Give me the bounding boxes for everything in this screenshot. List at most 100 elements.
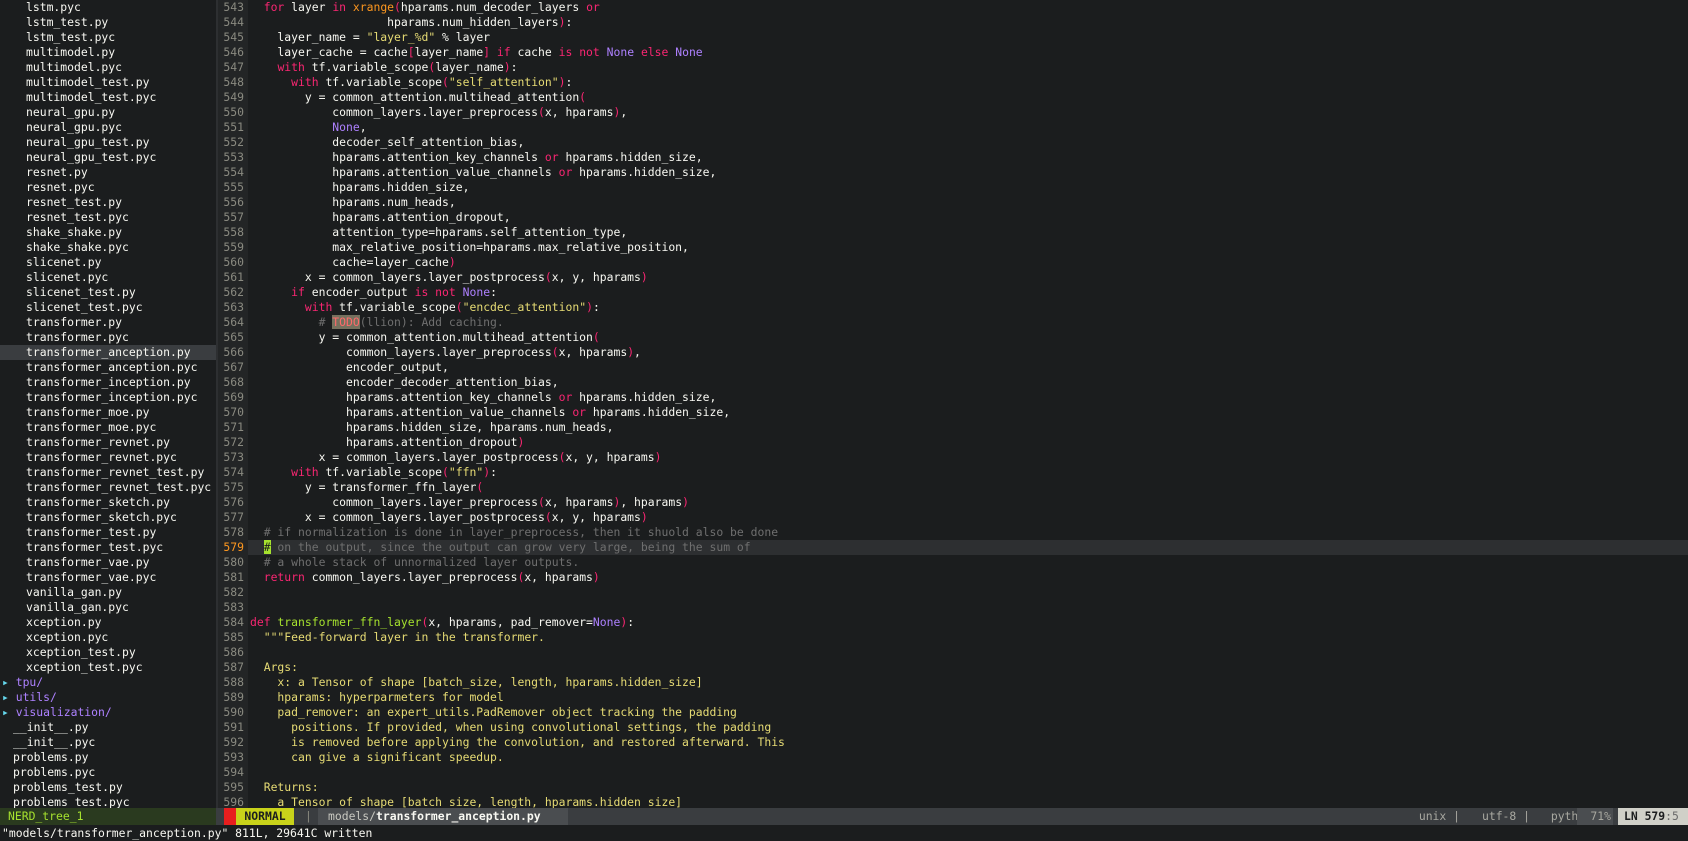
code-line: None,: [332, 120, 367, 134]
tree-file[interactable]: neural_gpu.py: [0, 105, 216, 120]
tree-file[interactable]: transformer_test.pyc: [0, 540, 216, 555]
line-number: 560: [223, 255, 244, 269]
tree-file[interactable]: shake_shake.pyc: [0, 240, 216, 255]
tree-file[interactable]: slicenet.pyc: [0, 270, 216, 285]
tree-file[interactable]: multimodel_test.py: [0, 75, 216, 90]
tree-file[interactable]: transformer_anception.pyc: [0, 360, 216, 375]
tree-file[interactable]: xception.pyc: [0, 630, 216, 645]
line-number: 544: [223, 15, 244, 29]
tree-file[interactable]: transformer_inception.pyc: [0, 390, 216, 405]
line-number: 562: [223, 285, 244, 299]
line-number: 593: [223, 750, 244, 764]
tree-file[interactable]: problems_test.py: [0, 780, 216, 795]
mode-indicator: NORMAL: [236, 808, 294, 825]
tree-file[interactable]: xception_test.py: [0, 645, 216, 660]
tree-file[interactable]: slicenet.py: [0, 255, 216, 270]
line-number: 576: [223, 495, 244, 509]
tree-file[interactable]: lstm.pyc: [0, 0, 216, 15]
line-number: 559: [223, 240, 244, 254]
tree-file[interactable]: transformer_vae.pyc: [0, 570, 216, 585]
tree-file[interactable]: vanilla_gan.pyc: [0, 600, 216, 615]
tree-dir[interactable]: ▸ utils/: [0, 690, 216, 705]
line-number: 570: [223, 405, 244, 419]
line-number: 545: [223, 30, 244, 44]
tree-file[interactable]: multimodel_test.pyc: [0, 90, 216, 105]
line-number: 595: [223, 780, 244, 794]
line-number: 550: [223, 105, 244, 119]
tree-file[interactable]: resnet_test.pyc: [0, 210, 216, 225]
command-line[interactable]: "models/transformer_anception.py" 811L, …: [0, 825, 1688, 841]
code-line: return common_layers.layer_preprocess(x,…: [263, 570, 600, 584]
tree-file[interactable]: multimodel.pyc: [0, 60, 216, 75]
line-number: 573: [223, 450, 244, 464]
tree-file[interactable]: transformer_revnet_test.pyc: [0, 480, 216, 495]
line-number: 572: [223, 435, 244, 449]
tree-file[interactable]: shake_shake.py: [0, 225, 216, 240]
tree-file[interactable]: transformer_inception.py: [0, 375, 216, 390]
tree-file[interactable]: transformer_test.py: [0, 525, 216, 540]
tree-file[interactable]: slicenet_test.pyc: [0, 300, 216, 315]
tree-file[interactable]: transformer_moe.py: [0, 405, 216, 420]
tree-file[interactable]: transformer_sketch.pyc: [0, 510, 216, 525]
tree-file[interactable]: xception_test.pyc: [0, 660, 216, 675]
code-line: decoder_self_attention_bias,: [250, 135, 525, 149]
tree-file[interactable]: slicenet_test.py: [0, 285, 216, 300]
line-number: 561: [223, 270, 244, 284]
line-number: 592: [223, 735, 244, 749]
code-line: can give a significant speedup.: [250, 750, 504, 764]
tree-file[interactable]: lstm_test.py: [0, 15, 216, 30]
line-number: 556: [223, 195, 244, 209]
tree-file[interactable]: resnet.pyc: [0, 180, 216, 195]
file-path-dir: models/: [328, 809, 377, 823]
tree-file[interactable]: neural_gpu_test.pyc: [0, 150, 216, 165]
nerdtree-panel[interactable]: lstm.pyc lstm_test.py lstm_test.pyc multimo…: [0, 0, 216, 808]
code-editor[interactable]: for layer in xrange(hparams.num_decoder_…: [248, 0, 1688, 808]
tree-file[interactable]: __init__.pyc: [0, 735, 216, 750]
code-line: if encoder_output is not None:: [291, 285, 497, 299]
code-line: # a whole stack of unnormalized layer ou…: [263, 555, 580, 569]
tree-file[interactable]: transformer.py: [0, 315, 216, 330]
line-number: 552: [223, 135, 244, 149]
tree-file[interactable]: __init__.py: [0, 720, 216, 735]
line-number: 568: [223, 375, 244, 389]
line-number: 571: [223, 420, 244, 434]
tree-file[interactable]: transformer_revnet_test.py: [0, 465, 216, 480]
tree-file[interactable]: transformer_vae.py: [0, 555, 216, 570]
code-line: layer_cache = cache[layer_name] if cache…: [250, 45, 703, 59]
line-number: 582: [223, 585, 244, 599]
code-line: hparams.num_heads,: [250, 195, 456, 209]
line-number: 565: [223, 330, 244, 344]
code-line: positions. If provided, when using convo…: [250, 720, 772, 734]
tree-file[interactable]: problems.py: [0, 750, 216, 765]
tree-file[interactable]: transformer_moe.pyc: [0, 420, 216, 435]
tree-file[interactable]: xception.py: [0, 615, 216, 630]
tree-file[interactable]: problems_test.pyc: [0, 795, 216, 808]
dir-collapsed-icon: ▸: [2, 675, 9, 689]
tree-file[interactable]: resnet.py: [0, 165, 216, 180]
tree-file[interactable]: transformer_revnet.pyc: [0, 450, 216, 465]
tree-file[interactable]: multimodel.py: [0, 45, 216, 60]
fileformat-indicator: unix |: [1418, 809, 1460, 823]
line-number: 555: [223, 180, 244, 194]
tree-file[interactable]: transformer.pyc: [0, 330, 216, 345]
tree-file[interactable]: problems.pyc: [0, 765, 216, 780]
line-number: 551: [223, 120, 244, 134]
tree-file-selected[interactable]: transformer_anception.py: [0, 345, 216, 360]
code-line: hparams.attention_value_channels or hpar…: [250, 405, 731, 419]
line-number: 574: [223, 465, 244, 479]
code-line: max_relative_position=hparams.max_relati…: [250, 240, 689, 254]
status-separator: |: [305, 809, 312, 823]
tree-file[interactable]: transformer_sketch.py: [0, 495, 216, 510]
tree-file[interactable]: neural_gpu.pyc: [0, 120, 216, 135]
line-number: 564: [223, 315, 244, 329]
tree-file[interactable]: lstm_test.pyc: [0, 30, 216, 45]
tree-file[interactable]: vanilla_gan.py: [0, 585, 216, 600]
tree-file[interactable]: transformer_revnet.py: [0, 435, 216, 450]
tree-file[interactable]: neural_gpu_test.py: [0, 135, 216, 150]
tree-file[interactable]: resnet_test.py: [0, 195, 216, 210]
scroll-percent: 71%: [1577, 808, 1613, 825]
tree-dir[interactable]: ▸ tpu/: [0, 675, 216, 690]
tree-dir[interactable]: ▸ visualization/: [0, 705, 216, 720]
